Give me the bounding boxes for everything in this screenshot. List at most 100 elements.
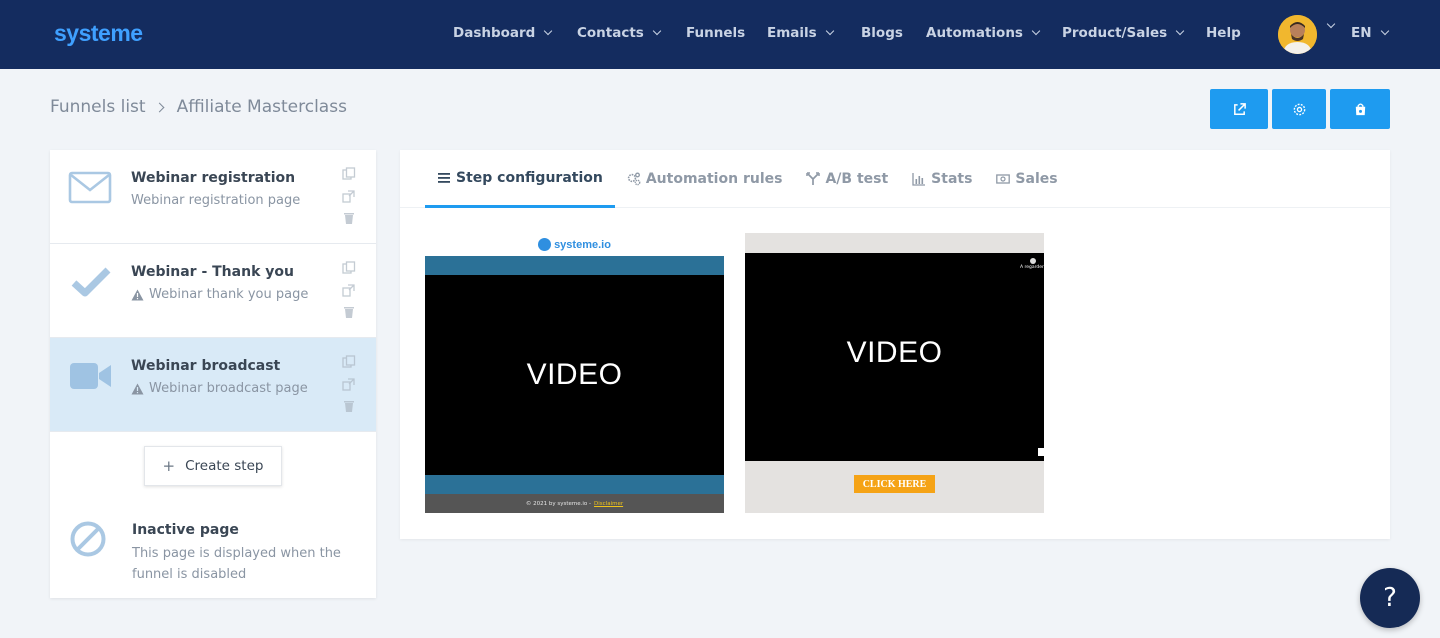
tab-automation-rules[interactable]: Automation rules <box>615 150 795 208</box>
nav-label: Contacts <box>577 25 644 41</box>
create-step-label: Create step <box>185 458 264 474</box>
trash-icon[interactable] <box>342 211 356 225</box>
step-webinar-thank-you[interactable]: Webinar - Thank you Webinar thank you pa… <box>50 244 376 338</box>
list-icon <box>437 171 451 185</box>
preview-header: systeme.io <box>425 233 724 256</box>
tab-label: Sales <box>1015 171 1058 187</box>
systeme-logo-icon <box>538 238 552 251</box>
copy-link-icon[interactable] <box>342 377 356 391</box>
step-actions <box>342 355 358 421</box>
tab-label: A/B test <box>825 171 889 187</box>
avatar-dropdown[interactable] <box>1326 19 1336 29</box>
breadcrumb-funnels-list[interactable]: Funnels list <box>50 97 146 117</box>
user-avatar[interactable] <box>1278 15 1317 54</box>
chevron-down-icon <box>652 26 662 36</box>
breadcrumb-current: Affiliate Masterclass <box>176 97 347 117</box>
chevron-down-icon <box>1326 19 1336 29</box>
tab-stats[interactable]: Stats <box>900 150 984 208</box>
top-navbar: systeme Dashboard Contacts Funnels Email… <box>0 0 1440 69</box>
chevron-down-icon <box>544 26 553 36</box>
split-icon <box>806 172 821 186</box>
warning-icon <box>131 383 144 395</box>
preview-cta-button: CLICK HERE <box>854 475 935 493</box>
user-avatar-image <box>1278 15 1317 54</box>
preview-side-tab <box>1038 448 1044 456</box>
copy-link-icon[interactable] <box>342 189 356 203</box>
video-placeholder: VIDEO <box>425 275 724 475</box>
video-placeholder: VIDEO <box>745 253 1044 461</box>
nav-emails[interactable]: Emails <box>767 25 834 41</box>
gear-icon <box>1293 103 1305 115</box>
step-webinar-registration[interactable]: Webinar registration Webinar registratio… <box>50 150 376 244</box>
breadcrumb: Funnels list Affiliate Masterclass <box>50 97 347 117</box>
preview-logo-text: systeme.io <box>554 238 611 251</box>
step-subtitle: Webinar registration page <box>131 193 300 208</box>
nav-product-sales[interactable]: Product/Sales <box>1062 25 1185 41</box>
step-subtitle: Webinar broadcast page <box>131 381 308 396</box>
tab-ab-test[interactable]: A/B test <box>794 150 900 208</box>
preview-top-band <box>425 256 724 275</box>
tab-sales[interactable]: Sales <box>984 150 1069 208</box>
step-title: Webinar registration <box>131 170 296 186</box>
plus-icon: + <box>162 457 176 475</box>
trash-icon[interactable] <box>342 399 356 413</box>
systeme-logo[interactable]: systeme <box>54 20 143 47</box>
step-actions <box>342 261 358 327</box>
nav-label: Funnels <box>686 25 746 41</box>
language-selector[interactable]: EN <box>1351 25 1389 41</box>
nav-contacts[interactable]: Contacts <box>577 25 662 41</box>
nav-dashboard[interactable]: Dashboard <box>453 25 553 41</box>
help-chat-button[interactable]: ? <box>1360 568 1420 628</box>
create-step-button[interactable]: + Create step <box>144 446 282 486</box>
step-webinar-broadcast[interactable]: Webinar broadcast Webinar broadcast page <box>50 338 376 432</box>
step-subtitle-text: Webinar registration page <box>131 193 301 208</box>
nav-label: Automations <box>926 25 1023 41</box>
chevron-down-icon <box>1175 26 1185 36</box>
nav-automations[interactable]: Automations <box>926 25 1041 41</box>
language-label: EN <box>1351 25 1372 41</box>
preview-footer-text: © 2021 by systeme.io - <box>525 500 592 507</box>
step-subtitle: Webinar thank you page <box>131 287 308 302</box>
page-preview-desktop[interactable]: systeme.io VIDEO © 2021 by systeme.io - … <box>425 233 724 513</box>
bar-chart-icon <box>912 172 926 186</box>
nav-blogs[interactable]: Blogs <box>861 25 903 41</box>
funnel-settings-button[interactable] <box>1272 89 1326 129</box>
step-title: Webinar broadcast <box>131 358 281 374</box>
inactive-page-title[interactable]: Inactive page <box>132 522 239 538</box>
step-title: Webinar - Thank you <box>131 264 294 280</box>
copy-link-icon[interactable] <box>342 283 356 297</box>
external-link-icon <box>1233 102 1246 115</box>
warning-icon <box>131 289 144 301</box>
funnel-shop-button[interactable] <box>1330 89 1390 129</box>
trash-icon[interactable] <box>342 305 356 319</box>
chevron-right-icon <box>154 102 165 112</box>
ban-icon <box>69 520 107 558</box>
shop-icon <box>1355 102 1365 115</box>
inactive-page-description: This page is displayed when the funnel i… <box>132 546 341 582</box>
nav-funnels[interactable]: Funnels <box>686 25 745 41</box>
steps-panel: Webinar registration Webinar registratio… <box>50 150 376 598</box>
chevron-down-icon <box>825 26 834 36</box>
nav-label: Emails <box>767 25 817 41</box>
envelope-icon <box>68 168 114 208</box>
nav-label: Blogs <box>861 25 903 41</box>
chevron-down-icon <box>1380 26 1389 36</box>
preview-watch-label: A regarder <box>1020 265 1044 270</box>
chevron-down-icon <box>1031 26 1041 36</box>
gears-icon <box>627 172 641 186</box>
step-tabs: Step configuration Automation rules A/B … <box>425 150 1070 208</box>
nav-help[interactable]: Help <box>1206 25 1241 41</box>
video-camera-icon <box>68 356 114 396</box>
nav-label: Help <box>1206 25 1241 41</box>
step-actions <box>342 167 358 233</box>
open-funnel-button[interactable] <box>1210 89 1268 129</box>
duplicate-icon[interactable] <box>342 355 356 369</box>
duplicate-icon[interactable] <box>342 167 356 181</box>
preview-disclaimer-link: Disclaimer <box>594 500 624 507</box>
page-preview-broadcast[interactable]: VIDEO A regarder CLICK HERE <box>745 233 1044 513</box>
step-subtitle-text: Webinar thank you page <box>149 287 309 302</box>
step-detail-panel: Step configuration Automation rules A/B … <box>400 150 1390 539</box>
duplicate-icon[interactable] <box>342 261 356 275</box>
preview-footer: © 2021 by systeme.io - Disclaimer <box>425 494 724 513</box>
tab-step-configuration[interactable]: Step configuration <box>425 150 615 208</box>
